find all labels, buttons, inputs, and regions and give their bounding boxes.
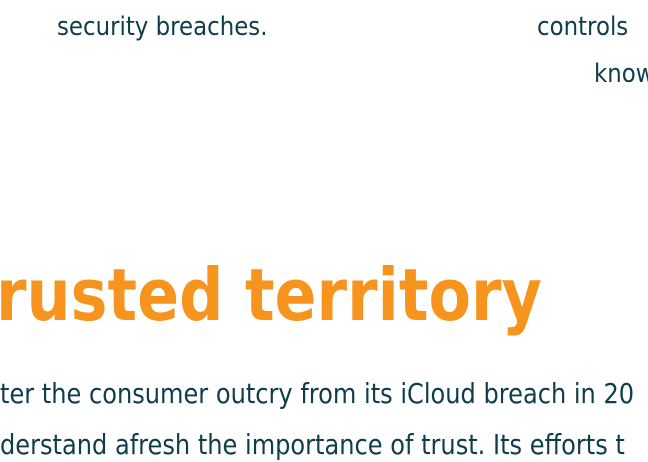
right-column-text-line: controls (537, 12, 629, 42)
left-column-text-line: security breaches. (57, 12, 268, 42)
right-column-text-line: know (594, 59, 648, 89)
section-heading: rusted territory (0, 253, 542, 337)
body-text-line: derstand afresh the importance of trust.… (0, 428, 625, 461)
body-text-line: ter the consumer outcry from its iCloud … (0, 377, 635, 410)
